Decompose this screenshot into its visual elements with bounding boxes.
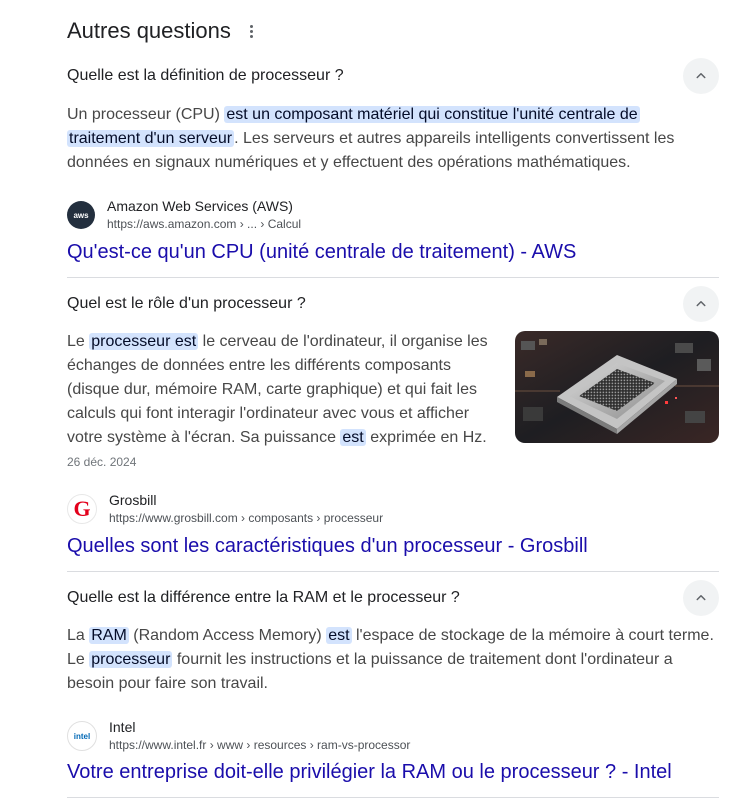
source-name: Amazon Web Services (AWS) — [107, 198, 293, 214]
chevron-up-icon[interactable] — [683, 580, 719, 616]
source-url: https://www.grosbill.com › composants › … — [109, 511, 384, 525]
divider — [67, 797, 719, 798]
section-header: Autres questions — [67, 16, 257, 46]
answer-highlight: traitement d'un serveur — [67, 130, 235, 147]
chevron-up-icon[interactable] — [683, 58, 719, 94]
chevron-up-icon[interactable] — [683, 286, 719, 322]
result-link-3[interactable]: Votre entreprise doit-elle privilégier l… — [67, 759, 672, 785]
answer-highlight: RAM — [89, 627, 129, 644]
question-1-text: Quelle est la définition de processeur ? — [67, 67, 344, 84]
answer-highlight: processeur — [89, 651, 173, 668]
source-url: https://aws.amazon.com › ... › Calcul — [107, 217, 302, 231]
answer-highlight: est — [326, 627, 352, 644]
source-name: Intel — [109, 719, 136, 735]
source-url: https://www.intel.fr › www › resources ›… — [109, 738, 411, 752]
answer-2: Le processeur est le cerveau de l'ordina… — [67, 333, 488, 446]
source-name: Grosbill — [109, 492, 157, 508]
answer-highlight: est — [340, 429, 366, 446]
result-link-2[interactable]: Quelles sont les caractéristiques d'un p… — [67, 533, 588, 559]
divider — [67, 571, 719, 572]
answer-1: Un processeur (CPU) est un composant mat… — [67, 106, 675, 171]
question-3-toggle[interactable]: Quelle est la différence entre la RAM et… — [67, 580, 719, 616]
source-grosbill[interactable]: G Grosbill https://www.grosbill.com › co… — [67, 489, 383, 529]
question-1-toggle[interactable]: Quelle est la définition de processeur ? — [67, 58, 719, 94]
answer-date: 26 déc. 2024 — [67, 455, 137, 469]
divider — [67, 277, 719, 278]
answer-highlight: processeur est — [89, 333, 199, 350]
aws-favicon-icon: aws — [67, 201, 95, 229]
source-intel[interactable]: intel Intel https://www.intel.fr › www ›… — [67, 716, 410, 756]
answer-3: La RAM (Random Access Memory) est l'espa… — [67, 627, 714, 692]
section-title: Autres questions — [67, 18, 231, 43]
question-3-text: Quelle est la différence entre la RAM et… — [67, 589, 460, 606]
intel-favicon-icon: intel — [67, 721, 97, 751]
source-aws[interactable]: aws Amazon Web Services (AWS) https://aw… — [67, 195, 301, 235]
answer-highlight: est un composant matériel qui constitue … — [224, 106, 640, 123]
question-2-text: Quel est le rôle d'un processeur ? — [67, 295, 306, 312]
more-options-icon[interactable] — [247, 21, 257, 41]
question-2-toggle[interactable]: Quel est le rôle d'un processeur ? — [67, 286, 719, 322]
grosbill-favicon-icon: G — [67, 494, 97, 524]
cpu-chip-image[interactable] — [515, 331, 719, 443]
result-link-1[interactable]: Qu'est-ce qu'un CPU (unité centrale de t… — [67, 239, 576, 265]
